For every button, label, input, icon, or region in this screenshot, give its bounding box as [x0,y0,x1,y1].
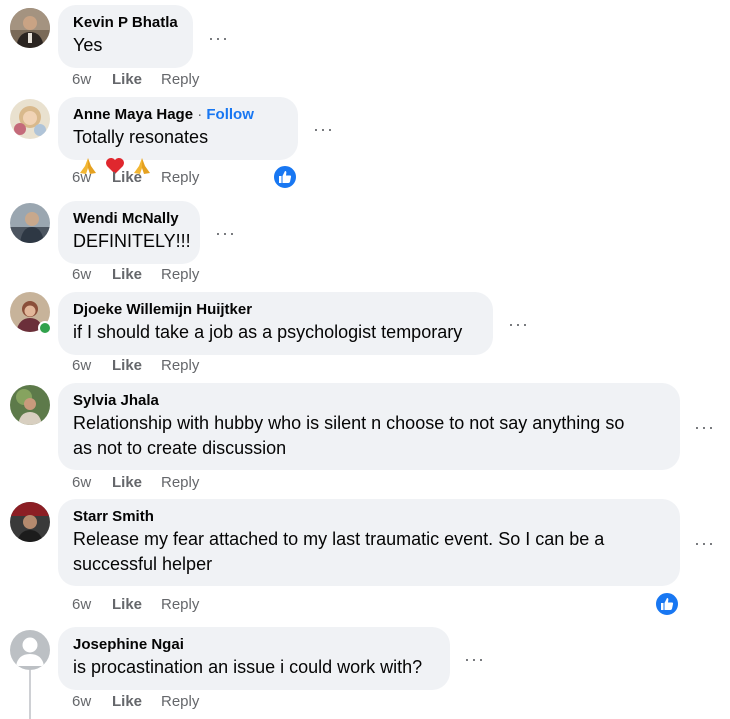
commenter-name[interactable]: Kevin P Bhatla [73,13,178,33]
comment-bubble: Josephine Ngai is procastination an issu… [58,627,450,690]
comment-actions: 6w Like Reply [72,692,199,712]
avatar[interactable] [10,99,50,139]
comment-bubble: Anne Maya Hage · Follow Totally resonate… [58,97,298,175]
like-button[interactable]: Like [112,595,161,615]
comment-actions: 6w Like Reply [72,265,199,285]
more-options-icon[interactable]: ··· [694,418,715,436]
more-options-icon[interactable]: ··· [313,120,334,138]
follow-button[interactable]: Follow [206,106,254,123]
reply-button[interactable]: Reply [161,595,199,615]
timestamp[interactable]: 6w [72,595,112,615]
comment-text-line: as not to create discussion [73,438,287,458]
like-button[interactable]: Like [112,168,161,188]
comment-bubble: Djoeke Willemijn Huijtker if I should ta… [58,292,493,355]
comment-text: DEFINITELY!!! [73,231,191,251]
more-options-icon[interactable]: ··· [208,29,229,47]
reply-button[interactable]: Reply [161,473,199,493]
avatar[interactable] [10,385,50,425]
comment-text: if I should take a job as a psychologist… [73,322,463,342]
like-reaction-icon[interactable] [272,164,298,190]
timestamp[interactable]: 6w [72,692,112,712]
reply-button[interactable]: Reply [161,70,199,90]
commenter-name[interactable]: Djoeke Willemijn Huijtker [73,300,478,320]
commenter-name[interactable]: Starr Smith [73,507,665,527]
avatar[interactable] [10,502,50,542]
more-options-icon[interactable]: ··· [508,315,529,333]
reply-button[interactable]: Reply [161,168,199,188]
comment-text: Totally resonates [73,127,209,147]
timestamp[interactable]: 6w [72,168,112,188]
timestamp[interactable]: 6w [72,70,112,90]
comment-bubble: Starr Smith Release my fear attached to … [58,499,680,586]
comment-bubble: Sylvia Jhala Relationship with hubby who… [58,383,680,470]
timestamp[interactable]: 6w [72,356,112,376]
like-button[interactable]: Like [112,473,161,493]
commenter-name[interactable]: Josephine Ngai [73,635,435,655]
avatar[interactable] [10,203,50,243]
comment-text-line: Release my fear attached to my last trau… [73,529,605,549]
thread-line [29,670,31,719]
comment-bubble: Wendi McNally DEFINITELY!!! [58,201,200,264]
comment-actions: 6w Like Reply [72,356,199,376]
like-reaction-icon[interactable] [654,591,680,617]
comment-actions: 6w Like Reply [72,473,199,493]
comment-actions: 6w Like Reply [72,168,199,188]
comment-text: is procastination an issue i could work … [73,657,423,677]
reply-button[interactable]: Reply [161,692,199,712]
avatar[interactable] [10,8,50,48]
comment-bubble: Kevin P Bhatla Yes [58,5,193,68]
comment-actions: 6w Like Reply [72,70,199,90]
comment-text-line: successful helper [73,554,213,574]
name-separator: · [193,106,207,123]
reply-button[interactable]: Reply [161,265,199,285]
commenter-name[interactable]: Sylvia Jhala [73,391,665,411]
comment-actions: 6w Like Reply [72,595,199,615]
more-options-icon[interactable]: ··· [694,534,715,552]
timestamp[interactable]: 6w [72,473,112,493]
like-button[interactable]: Like [112,265,161,285]
timestamp[interactable]: 6w [72,265,112,285]
commenter-name[interactable]: Anne Maya Hage [73,106,193,123]
more-options-icon[interactable]: ··· [464,650,485,668]
more-options-icon[interactable]: ··· [215,224,236,242]
like-button[interactable]: Like [112,70,161,90]
comment-text: Yes [73,35,103,55]
comment-text-line: Relationship with hubby who is silent n … [73,413,625,433]
reply-button[interactable]: Reply [161,356,199,376]
avatar[interactable] [10,630,50,670]
commenter-name[interactable]: Wendi McNally [73,209,185,229]
like-button[interactable]: Like [112,356,161,376]
like-button[interactable]: Like [112,692,161,712]
online-status-indicator [38,321,52,335]
